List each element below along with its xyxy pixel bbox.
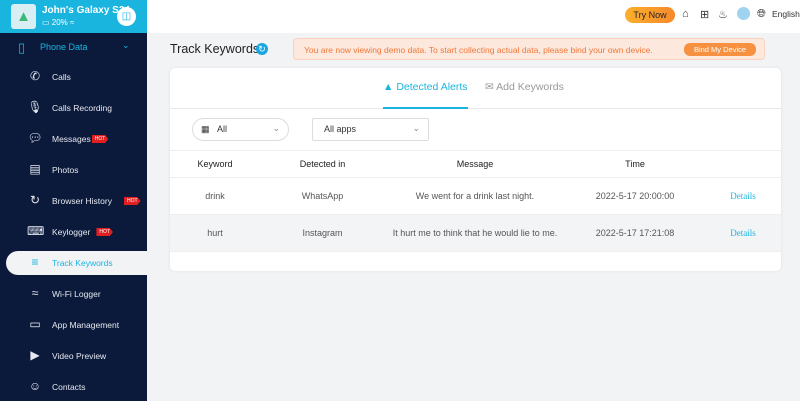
page-title: Track Keywords (170, 42, 260, 56)
sidebar-item-app-management[interactable]: ▭ App Management (0, 313, 147, 337)
sidebar-section-phone-data[interactable]: ▯ Phone Data ⌄ (0, 37, 147, 59)
bell-icon[interactable]: ♨ (718, 8, 728, 21)
tab-add-keywords[interactable]: ✉ Add Keywords (485, 81, 564, 93)
time-cell: 2022-5-17 20:00:00 (565, 177, 705, 215)
keyword-cell: hurt (170, 214, 260, 252)
date-filter-select[interactable]: ▦ All ⌄ (192, 118, 289, 141)
grid-icon[interactable]: ⊞ (700, 8, 709, 21)
sidebar-item-label: Browser History (52, 196, 112, 206)
sidebar-item-wi-fi-logger[interactable]: ≈ Wi-Fi Logger (0, 282, 147, 306)
topbar: Try Now ⌂ ⊞ ♨ 🌐︎ English (147, 0, 800, 33)
sidebar-item-browser-history[interactable]: ↻ Browser History HOT (0, 189, 147, 213)
time-cell: 2022-5-17 17:21:08 (565, 214, 705, 252)
sidebar-item-label: Keylogger (52, 227, 91, 237)
section-label: Phone Data (40, 42, 88, 52)
app-filter-value: All apps (324, 124, 357, 134)
add-keyword-icon: ✉ (485, 81, 494, 93)
history-icon: ↻ (29, 193, 41, 207)
sidebar-item-label: Calls (52, 72, 71, 82)
table-row: hurt Instagram It hurt me to think that … (170, 214, 781, 252)
keyboard-icon: ⌨ (27, 224, 45, 238)
app-cell: WhatsApp (260, 177, 385, 215)
header-keyword: Keyword (170, 150, 260, 178)
bind-device-button[interactable]: Bind My Device (684, 43, 756, 56)
sidebar-item-label: Contacts (52, 382, 86, 392)
phone-data-icon: ▯ (18, 40, 26, 55)
tab-detected-alerts[interactable]: ▲ Detected Alerts (383, 81, 468, 109)
refresh-icon[interactable]: ↻ (256, 43, 268, 55)
device-status: ▭ 20% ≈ (42, 18, 75, 27)
details-link[interactable]: Details (705, 214, 781, 252)
chevron-down-icon: ⌄ (122, 40, 130, 50)
message-cell: It hurt me to think that he would lie to… (385, 214, 565, 252)
alerts-table: Keyword Detected in Message Time drink W… (170, 150, 781, 252)
header-message: Message (385, 150, 565, 178)
date-filter-value: All (217, 124, 228, 134)
demo-banner: You are now viewing demo data. To start … (293, 38, 765, 60)
hot-badge: HOT (124, 197, 141, 205)
battery-level: 20% (51, 18, 68, 27)
keyword-search-icon: ≡ (31, 255, 39, 269)
content-card: ▲ Detected Alerts ✉ Add Keywords ▦ All ⌄… (170, 68, 781, 271)
home-icon[interactable]: ⌂ (682, 8, 689, 20)
phone-icon: ✆ (29, 69, 41, 83)
chevron-down-icon: ⌄ (272, 123, 280, 133)
globe-icon[interactable]: 🌐︎ (757, 8, 766, 21)
sidebar: ▲ John's Galaxy S24 ▭ 20% ≈ ◫ ▯ Phone Da… (0, 0, 147, 401)
header-detected-in: Detected in (260, 150, 385, 178)
switch-device-button[interactable]: ◫ (117, 7, 136, 26)
contacts-icon: ☺ (28, 379, 42, 393)
message-cell: We went for a drink last night. (385, 177, 565, 215)
device-header: ▲ John's Galaxy S24 ▭ 20% ≈ ◫ (0, 0, 147, 33)
wifi-icon: ≈ (70, 18, 75, 27)
hot-badge: HOT (96, 228, 113, 236)
app-icon: ▭ (29, 317, 41, 331)
app-filter-select[interactable]: All apps ⌄ (312, 118, 429, 141)
microphone-icon: 🎙︎ (27, 100, 43, 114)
avatar[interactable] (737, 7, 750, 20)
sidebar-item-label: Calls Recording (52, 103, 112, 113)
sidebar-item-track-keywords[interactable]: ≡ Track Keywords (6, 251, 147, 275)
details-link[interactable]: Details (705, 177, 781, 215)
sidebar-item-label: Wi-Fi Logger (52, 289, 101, 299)
sidebar-item-label: Messages (52, 134, 91, 144)
sidebar-item-label: Photos (52, 165, 79, 175)
sidebar-item-label: Track Keywords (52, 258, 113, 268)
hot-badge: HOT (91, 135, 109, 143)
sidebar-item-label: Video Preview (52, 351, 107, 361)
sidebar-item-contacts[interactable]: ☺ Contacts (0, 375, 147, 399)
tab-label: Add Keywords (496, 81, 564, 93)
banner-text: You are now viewing demo data. To start … (304, 45, 653, 55)
sidebar-item-calls-recording[interactable]: 🎙︎ Calls Recording (0, 96, 147, 120)
sidebar-item-video-preview[interactable]: ▶ Video Preview (0, 344, 147, 368)
language-selector[interactable]: English (772, 9, 800, 19)
tab-bar: ▲ Detected Alerts ✉ Add Keywords (170, 68, 781, 109)
table-row: drink WhatsApp We went for a drink last … (170, 177, 781, 215)
keyword-cell: drink (170, 177, 260, 215)
sidebar-item-label: App Management (52, 320, 120, 330)
image-icon: ▤ (29, 162, 41, 176)
video-icon: ▶ (30, 348, 40, 362)
sidebar-item-messages[interactable]: 💬︎ Messages HOT (0, 127, 147, 151)
header-action (705, 150, 781, 178)
try-now-button[interactable]: Try Now (625, 7, 675, 23)
calendar-icon: ▦ (201, 124, 210, 134)
header-time: Time (565, 150, 705, 178)
sidebar-item-photos[interactable]: ▤ Photos (0, 158, 147, 182)
alarm-icon: ▲ (383, 81, 394, 93)
android-icon: ▲ (11, 4, 36, 29)
chevron-down-icon: ⌄ (412, 123, 420, 133)
sidebar-item-keylogger[interactable]: ⌨ Keylogger HOT (0, 220, 147, 244)
sidebar-item-calls[interactable]: ✆ Calls (0, 65, 147, 89)
chat-bubble-icon: 💬︎ (27, 131, 43, 145)
tab-label: Detected Alerts (396, 81, 468, 93)
app-cell: Instagram (260, 214, 385, 252)
wifi-icon: ≈ (31, 286, 39, 300)
